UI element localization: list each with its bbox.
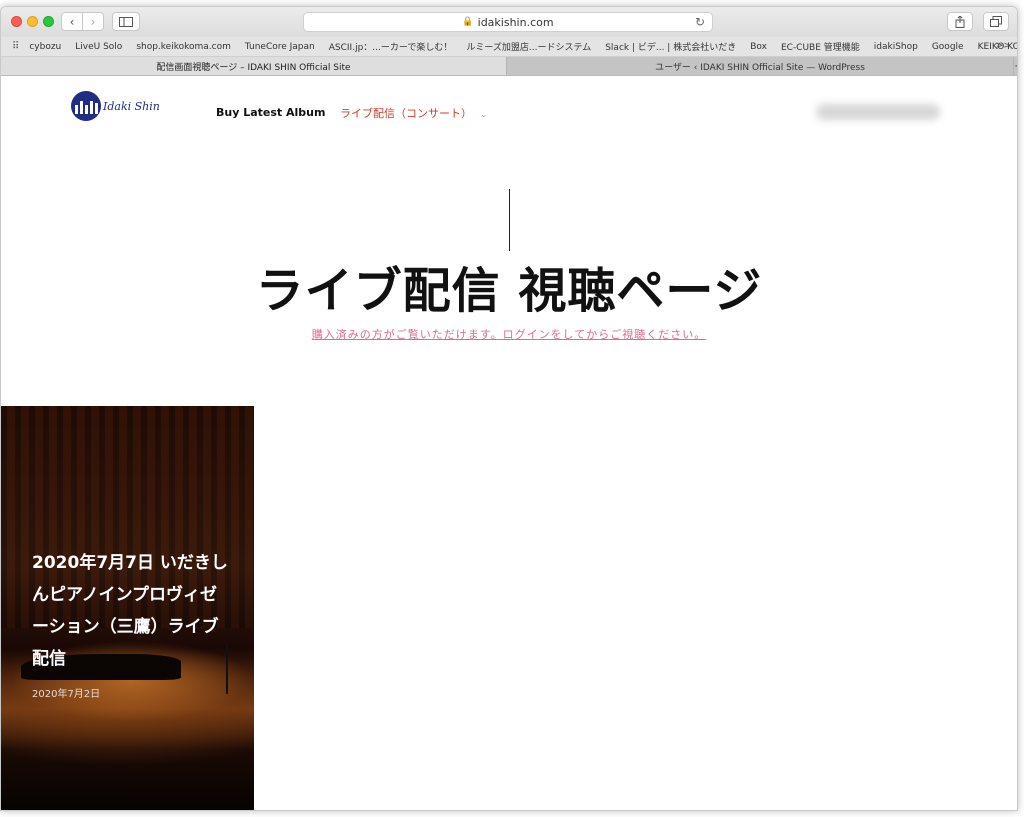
- site-logo[interactable]: Idaki Shin: [71, 91, 161, 121]
- bookmark-item[interactable]: LiveU Solo: [75, 42, 122, 52]
- bookmarks-overflow-button[interactable]: >>: [996, 41, 1011, 51]
- bookmark-item[interactable]: EC-CUBE 管理機能: [781, 40, 860, 53]
- bookmark-item[interactable]: Google: [932, 42, 964, 52]
- tab-wordpress-users[interactable]: ユーザー ‹ IDAKI SHIN Official Site — WordPr…: [507, 57, 1013, 75]
- bookmark-item[interactable]: Slack | ビデ... | 株式会社いだき: [605, 40, 736, 53]
- back-button[interactable]: ‹: [61, 12, 83, 31]
- close-window-button[interactable]: [11, 16, 22, 27]
- sidebar-icon: [119, 16, 133, 27]
- chevron-left-icon: ‹: [69, 14, 75, 29]
- bookmarks-bar: ⠿ cybozu LiveU Solo shop.keikokoma.com T…: [1, 37, 1017, 57]
- tab-viewing-page[interactable]: 配信画面視聴ページ – IDAKI SHIN Official Site: [1, 57, 507, 75]
- bookmark-item[interactable]: Box: [750, 42, 767, 52]
- share-icon: [955, 15, 965, 28]
- blurred-account-area: [816, 104, 940, 120]
- bookmark-item[interactable]: shop.keikokoma.com: [136, 42, 231, 52]
- bookmark-item[interactable]: idakiShop: [874, 42, 918, 52]
- text-cursor: [509, 189, 510, 251]
- forward-button[interactable]: ›: [82, 12, 104, 31]
- logo-piano-icon: [71, 91, 101, 121]
- nav-buy-latest-album[interactable]: Buy Latest Album: [216, 106, 325, 119]
- browser-window: ‹ › 🔒 idakishin.com ↻ ⠿ cybozu LiveU Sol…: [0, 6, 1018, 811]
- browser-toolbar: ‹ › 🔒 idakishin.com ↻: [1, 7, 1017, 37]
- web-page: Idaki Shin Buy Latest Album ライブ配信（コンサート）…: [1, 76, 1017, 810]
- bookmark-item[interactable]: ルミーズ加盟店...ードシステム: [466, 40, 591, 53]
- page-title: ライブ配信 視聴ページ: [255, 263, 763, 319]
- tab-title: 配信画面視聴ページ – IDAKI SHIN Official Site: [156, 62, 351, 73]
- card-date: 2020年7月2日: [32, 689, 101, 700]
- lock-icon: 🔒: [462, 17, 474, 27]
- bookmark-item[interactable]: ASCII.jp：...ーカーで楽しむ！: [329, 40, 453, 53]
- chevron-down-icon: ⌄: [480, 110, 488, 120]
- login-notice-link[interactable]: 購入済みの方がご覧いただけます。ログインをしてからご視聴ください。: [1, 326, 1017, 342]
- address-bar[interactable]: 🔒 idakishin.com ↻: [303, 12, 713, 32]
- logo-text: Idaki Shin: [103, 99, 160, 113]
- reload-icon[interactable]: ↻: [695, 15, 705, 29]
- tab-overview-button[interactable]: [983, 12, 1009, 31]
- grid-icon[interactable]: ⠿: [12, 41, 19, 52]
- minimize-window-button[interactable]: [27, 16, 38, 27]
- card-title[interactable]: 2020年7月7日 いだきしんピアノインプロヴィゼーション（三鷹）ライブ配信: [32, 547, 232, 675]
- nav-live-streaming[interactable]: ライブ配信（コンサート） ⌄: [340, 105, 488, 121]
- chevron-right-icon: ›: [90, 14, 96, 29]
- url-text: idakishin.com: [477, 15, 554, 29]
- tab-title: ユーザー ‹ IDAKI SHIN Official Site — WordPr…: [655, 62, 865, 73]
- maximize-window-button[interactable]: [43, 16, 54, 27]
- tab-overview-icon: [990, 16, 1002, 27]
- tab-bar: 配信画面視聴ページ – IDAKI SHIN Official Site ユーザ…: [1, 57, 1017, 76]
- bookmark-item[interactable]: cybozu: [29, 42, 61, 52]
- new-tab-button[interactable]: +: [1013, 57, 1017, 75]
- nav-live-label: ライブ配信（コンサート）: [340, 107, 472, 120]
- bookmark-item[interactable]: TuneCore Japan: [245, 42, 315, 52]
- share-button[interactable]: [947, 12, 973, 31]
- live-event-card[interactable]: 2020年7月7日 いだきしんピアノインプロヴィゼーション（三鷹）ライブ配信 2…: [1, 406, 254, 810]
- sidebar-toggle-button[interactable]: [112, 12, 140, 31]
